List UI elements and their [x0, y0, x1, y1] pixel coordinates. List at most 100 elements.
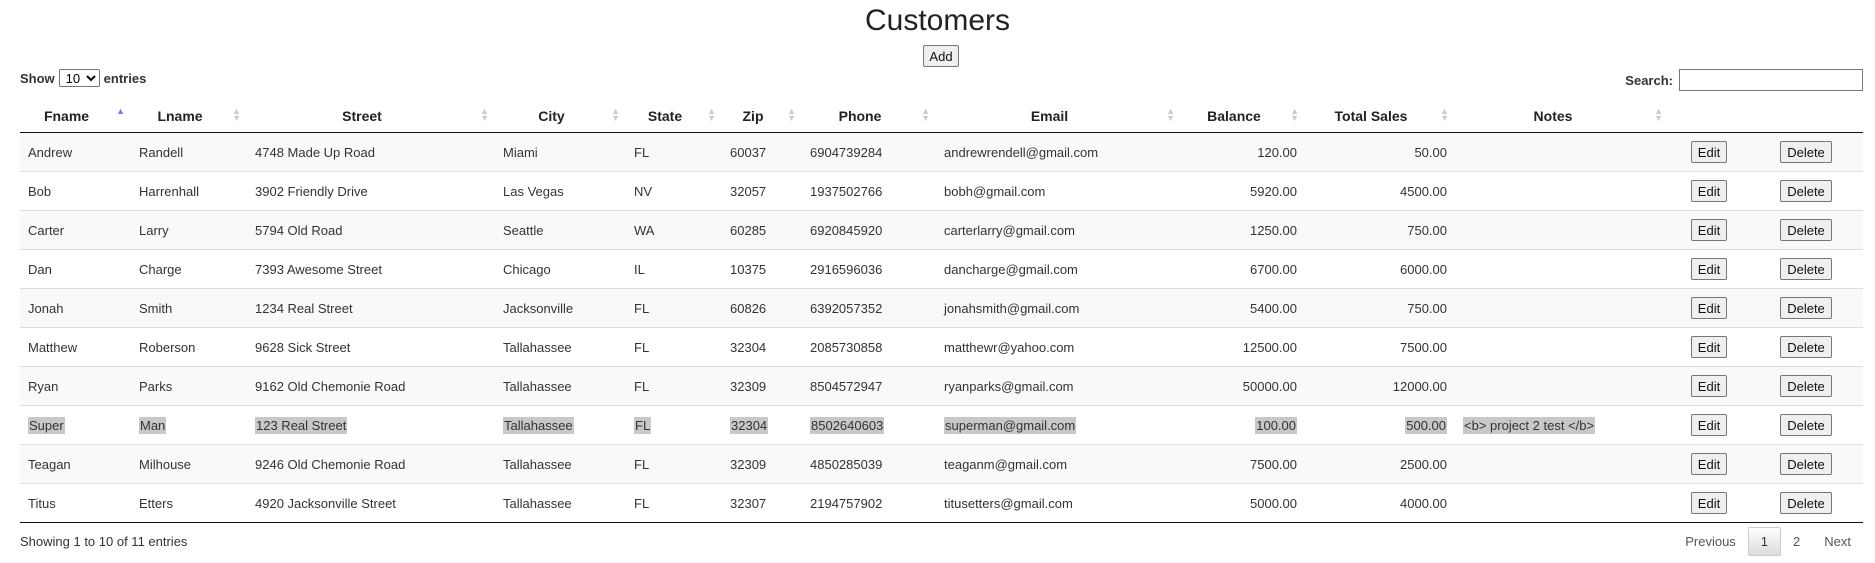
table-row[interactable]: Teagan Milhouse 9246 Old Chemonie Road Tall… [20, 444, 1863, 484]
pagination: Previous 1 2 Next [1673, 527, 1863, 556]
delete-button[interactable]: Delete [1780, 180, 1832, 202]
cell-fname: Super [20, 405, 131, 445]
cell-text: Randell [139, 144, 184, 160]
edit-button[interactable]: Edit [1690, 414, 1728, 436]
column-header-total-sales[interactable]: Total Sales ▲ ▼ [1305, 99, 1455, 133]
edit-button[interactable]: Edit [1690, 180, 1728, 202]
customers-table: Fname ▲ Lname ▲ ▼ Street ▲ ▼ City ▲ ▼ State ▲ ▼ Zip ▲ ▼ P… [20, 99, 1863, 523]
column-header-notes[interactable]: Notes ▲ ▼ [1455, 99, 1669, 133]
next-page-button[interactable]: Next [1812, 528, 1863, 555]
delete-button[interactable]: Delete [1780, 258, 1832, 280]
delete-button[interactable]: Delete [1780, 453, 1832, 475]
sort-icon: ▲ ▼ [232, 106, 241, 123]
cell-zip: 32057 [722, 171, 802, 211]
cell-fname: Carter [20, 210, 131, 250]
cell-edit-action: Edit [1669, 210, 1749, 250]
search-label: Search: [1625, 72, 1673, 88]
column-header-zip[interactable]: Zip ▲ ▼ [722, 99, 802, 133]
cell-text: 5000.00 [1250, 495, 1297, 511]
column-header-label: Notes [1533, 107, 1573, 124]
cell-text: Ryan [28, 378, 59, 394]
cell-zip: 32304 [722, 327, 802, 367]
cell-text: 60285 [730, 222, 767, 238]
previous-page-button[interactable]: Previous [1673, 528, 1748, 555]
cell-balance: 5400.00 [1181, 288, 1305, 328]
delete-button[interactable]: Delete [1780, 141, 1832, 163]
length-suffix-label: entries [103, 70, 147, 86]
column-header-city[interactable]: City ▲ ▼ [495, 99, 626, 133]
column-header-fname[interactable]: Fname ▲ [20, 99, 131, 133]
delete-button[interactable]: Delete [1780, 414, 1832, 436]
cell-text: 5920.00 [1250, 183, 1297, 199]
cell-zip: 32309 [722, 444, 802, 484]
cell-text: Etters [139, 495, 173, 511]
cell-notes [1455, 366, 1669, 406]
cell-text: 32309 [730, 456, 767, 472]
cell-city: Tallahassee [495, 366, 626, 406]
delete-button[interactable]: Delete [1780, 492, 1832, 514]
edit-button[interactable]: Edit [1690, 258, 1728, 280]
table-row[interactable]: Andrew Randell 4748 Made Up Road Miami FL 600… [20, 132, 1863, 172]
table-row[interactable]: Dan Charge 7393 Awesome Street Chicago IL 103… [20, 249, 1863, 289]
edit-button[interactable]: Edit [1690, 219, 1728, 241]
cell-text: 123 Real Street [255, 416, 348, 434]
cell-text: Bob [28, 183, 52, 199]
edit-button[interactable]: Edit [1690, 492, 1728, 514]
cell-email: dancharge@gmail.com [936, 249, 1181, 289]
column-header-email[interactable]: Email ▲ ▼ [936, 99, 1181, 133]
search-input[interactable] [1679, 69, 1863, 91]
cell-phone: 2085730858 [802, 327, 936, 367]
page-1-button[interactable]: 1 [1747, 527, 1782, 556]
cell-notes [1455, 249, 1669, 289]
page-2-button[interactable]: 2 [1781, 528, 1812, 555]
delete-button[interactable]: Delete [1780, 375, 1832, 397]
table-row[interactable]: Carter Larry 5794 Old Road Seattle WA 60285 69… [20, 210, 1863, 250]
column-header-balance[interactable]: Balance ▲ ▼ [1181, 99, 1305, 133]
edit-button[interactable]: Edit [1690, 141, 1728, 163]
cell-edit-action: Edit [1669, 366, 1749, 406]
edit-button[interactable]: Edit [1690, 297, 1728, 319]
cell-edit-action: Edit [1669, 171, 1749, 211]
column-header-state[interactable]: State ▲ ▼ [626, 99, 722, 133]
edit-button[interactable]: Edit [1690, 336, 1728, 358]
cell-text: Super [28, 416, 65, 434]
cell-fname: Ryan [20, 366, 131, 406]
table-row[interactable]: Bob Harrenhall 3902 Friendly Drive Las Vega… [20, 171, 1863, 211]
sort-icon: ▲ ▼ [1654, 106, 1663, 123]
cell-state: FL [626, 288, 722, 328]
edit-button[interactable]: Edit [1690, 375, 1728, 397]
cell-text: Jacksonville [503, 300, 574, 316]
table-row[interactable]: Matthew Roberson 9628 Sick Street Tallahass… [20, 327, 1863, 367]
sort-icon: ▲ ▼ [611, 106, 620, 123]
edit-button[interactable]: Edit [1690, 453, 1728, 475]
add-button[interactable]: Add [923, 45, 959, 67]
cell-street: 4920 Jacksonville Street [247, 483, 495, 523]
cell-notes [1455, 444, 1669, 484]
entries-per-page-select[interactable]: 10 [58, 69, 100, 87]
cell-zip: 10375 [722, 249, 802, 289]
delete-button[interactable]: Delete [1780, 297, 1832, 319]
cell-text: Roberson [139, 339, 196, 355]
entries-length-control: Show 10 entries [20, 69, 146, 87]
cell-delete-action: Delete [1749, 210, 1863, 250]
column-header-lname[interactable]: Lname ▲ ▼ [131, 99, 247, 133]
delete-button[interactable]: Delete [1780, 336, 1832, 358]
column-header-street[interactable]: Street ▲ ▼ [247, 99, 495, 133]
cell-text: 4748 Made Up Road [255, 144, 375, 160]
cell-edit-action: Edit [1669, 327, 1749, 367]
cell-text: 32307 [730, 495, 767, 511]
cell-notes [1455, 210, 1669, 250]
delete-button[interactable]: Delete [1780, 219, 1832, 241]
cell-text: 7500.00 [1400, 339, 1447, 355]
cell-text: Teagan [28, 456, 71, 472]
cell-total-sales: 750.00 [1305, 288, 1455, 328]
table-row[interactable]: Super Man 123 Real Street Tallahassee FL 3230… [20, 405, 1863, 445]
column-header-phone[interactable]: Phone ▲ ▼ [802, 99, 936, 133]
table-row[interactable]: Jonah Smith 1234 Real Street Jacksonville FL… [20, 288, 1863, 328]
table-row[interactable]: Titus Etters 4920 Jacksonville Street Talla… [20, 483, 1863, 523]
cell-balance: 120.00 [1181, 132, 1305, 172]
cell-text: Miami [503, 144, 538, 160]
cell-state: FL [626, 327, 722, 367]
cell-text: 9628 Sick Street [255, 339, 351, 355]
table-row[interactable]: Ryan Parks 9162 Old Chemonie Road Tallahass… [20, 366, 1863, 406]
